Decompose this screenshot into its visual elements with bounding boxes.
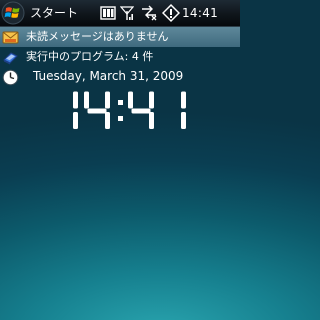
envelope-icon [2,29,19,46]
clock-colon [118,100,123,121]
battery-icon[interactable] [100,3,116,23]
connectivity-icon[interactable] [140,3,158,23]
running-programs-row[interactable]: 実行中のプログラム: 4 件 [0,47,240,67]
clock-digit [128,91,154,129]
taskbar-clock[interactable]: 14:41 [182,5,218,21]
start-button[interactable] [1,1,25,25]
clock-digit [181,91,186,129]
clock-icon [2,69,19,86]
title-bar: スタート 14:41 [0,0,240,27]
clock-digit [84,91,110,129]
messages-row[interactable]: 未読メッセージはありません [0,27,240,47]
messages-label: 未読メッセージはありません [26,30,169,43]
start-label[interactable]: スタート [30,5,78,21]
large-clock-digits [73,91,186,129]
date-row[interactable]: Tuesday, March 31, 2009 [0,67,240,87]
date-label: Tuesday, March 31, 2009 [33,69,184,83]
signal-icon[interactable] [120,3,134,23]
running-programs-icon [2,49,19,66]
windows-logo-icon [1,1,25,25]
large-clock[interactable] [50,86,190,136]
notification-icon[interactable] [162,3,180,23]
running-programs-label: 実行中のプログラム: 4 件 [26,50,154,63]
clock-digit [73,91,78,129]
